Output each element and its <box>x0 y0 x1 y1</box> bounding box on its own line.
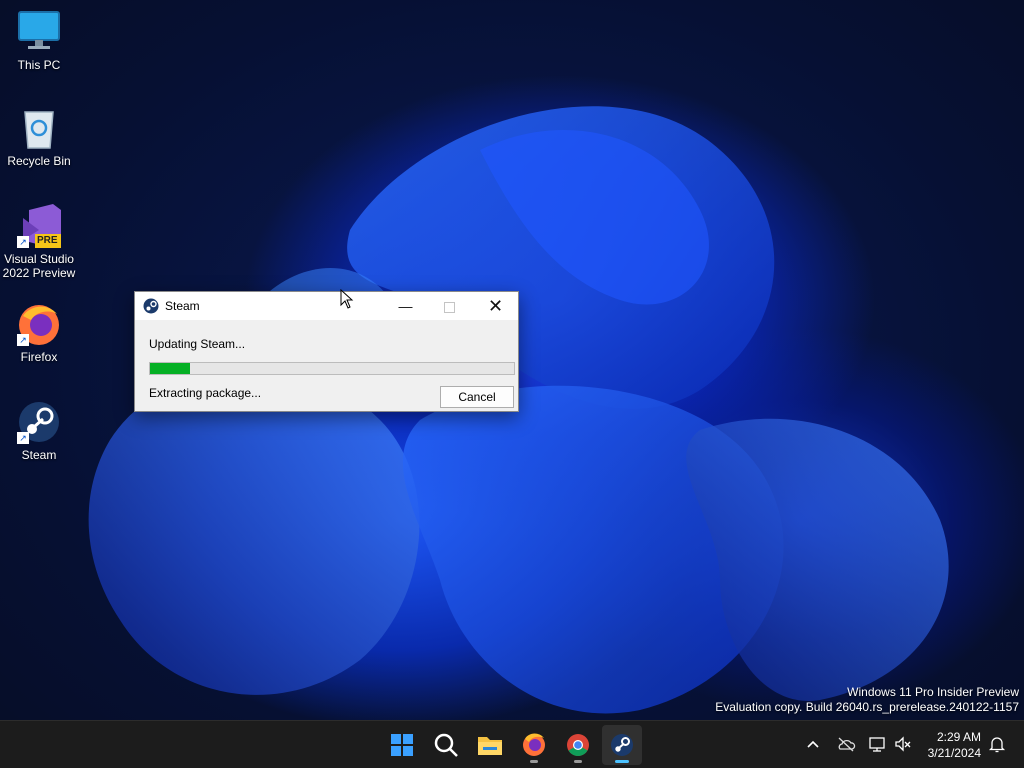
desktop-icon-label: Visual Studio 2022 Preview <box>2 252 76 280</box>
watermark-line-1: Windows 11 Pro Insider Preview <box>847 685 1019 699</box>
dialog-title: Steam <box>165 299 200 313</box>
bell-icon[interactable] <box>988 735 1006 753</box>
desktop-icon-label: Steam <box>21 448 57 462</box>
maximize-icon <box>444 301 455 313</box>
desktop-icon-visual-studio[interactable]: PRE ↗ Visual Studio 2022 Preview <box>2 204 76 280</box>
desktop-icon-recycle-bin[interactable]: Recycle Bin <box>2 106 76 168</box>
start-button[interactable] <box>382 725 422 765</box>
pre-badge: PRE <box>37 235 58 246</box>
file-explorer-icon <box>478 737 502 755</box>
clock[interactable]: 2:29 AM 3/21/2024 <box>928 729 981 761</box>
shortcut-arrow-icon: ↗ <box>17 334 29 346</box>
shortcut-arrow-icon: ↗ <box>17 236 29 248</box>
mouse-cursor-icon <box>340 289 354 309</box>
steam-icon: ↗ <box>17 400 61 444</box>
minimize-button[interactable]: — <box>383 292 428 320</box>
active-indicator <box>615 760 629 763</box>
taskbar: 2:29 AM 3/21/2024 <box>0 720 1024 768</box>
desktop-icon-label: Firefox <box>20 350 58 364</box>
desktop-icon-steam[interactable]: ↗ Steam <box>2 400 76 462</box>
desktop-icon-this-pc[interactable]: This PC <box>2 10 76 72</box>
firefox-taskbar-button[interactable] <box>514 725 554 765</box>
visual-studio-icon: PRE ↗ <box>17 204 61 248</box>
start-icon <box>391 734 413 756</box>
maximize-button <box>427 292 472 320</box>
search-icon <box>434 733 458 757</box>
progress-fill <box>150 363 191 374</box>
dialog-titlebar[interactable]: Steam — ✕ <box>135 292 518 320</box>
chevron-up-icon[interactable] <box>804 735 822 753</box>
clock-date: 3/21/2024 <box>927 746 981 760</box>
steam-icon <box>143 298 159 314</box>
this-pc-icon <box>17 10 61 54</box>
desktop-icon-firefox[interactable]: ↗ Firefox <box>2 302 76 364</box>
desktop[interactable]: This PC Recycle Bin PRE ↗ Visual Studio … <box>0 0 1024 720</box>
evaluation-watermark: Windows 11 Pro Insider Preview Evaluatio… <box>715 685 1019 715</box>
cancel-button[interactable]: Cancel <box>440 386 514 408</box>
close-button[interactable]: ✕ <box>473 292 518 320</box>
volume-muted-icon[interactable] <box>894 735 912 753</box>
chrome-icon <box>567 734 589 756</box>
minimize-icon: — <box>398 298 413 314</box>
running-indicator <box>574 760 582 763</box>
steam-taskbar-button[interactable] <box>602 725 642 765</box>
network-icon[interactable] <box>868 735 886 753</box>
desktop-icon-label: Recycle Bin <box>7 154 71 168</box>
desktop-icon-label: This PC <box>17 58 61 72</box>
watermark-line-2: Evaluation copy. Build 26040.rs_prerelea… <box>715 700 1019 714</box>
firefox-icon <box>523 733 545 756</box>
running-indicator <box>530 760 538 763</box>
status-text: Updating Steam... <box>149 337 246 351</box>
file-explorer-button[interactable] <box>470 725 510 765</box>
shortcut-arrow-icon: ↗ <box>17 432 29 444</box>
detail-text: Extracting package... <box>149 386 262 400</box>
clock-time: 2:29 AM <box>936 730 981 744</box>
onedrive-icon[interactable] <box>836 735 856 753</box>
search-button[interactable] <box>426 725 466 765</box>
steam-icon <box>611 734 633 756</box>
recycle-bin-icon <box>17 106 61 150</box>
progress-bar <box>149 362 515 375</box>
close-icon: ✕ <box>487 296 504 316</box>
firefox-icon: ↗ <box>17 302 61 346</box>
steam-update-dialog: Steam — ✕ Updating Steam... Extracting p… <box>134 291 519 412</box>
chrome-taskbar-button[interactable] <box>558 725 598 765</box>
